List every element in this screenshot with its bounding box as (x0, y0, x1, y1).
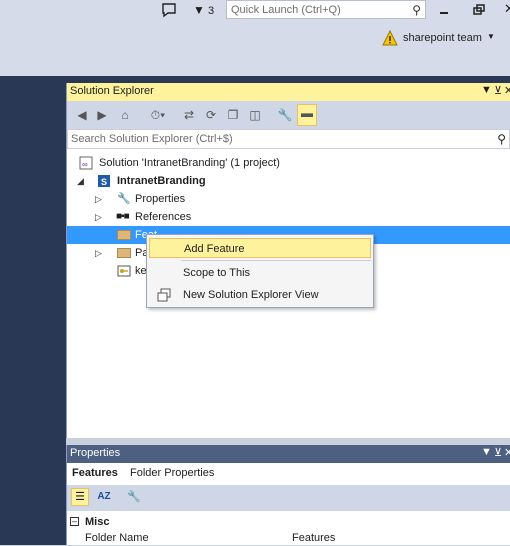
context-menu: Add Feature Scope to This New Solution E… (146, 234, 374, 308)
forward-icon[interactable]: ▶ (95, 107, 109, 123)
sharepoint-project-icon: S (97, 174, 111, 188)
wrench-icon: 🔧 (117, 193, 131, 205)
notification-count: 3 (207, 5, 215, 17)
menu-item-new-solution-explorer-view[interactable]: New Solution Explorer View (149, 285, 371, 305)
key-file-icon (117, 264, 131, 278)
properties-panel: Properties ▼ ⊻ ✕ Features Folder Propert… (66, 445, 510, 545)
pin-icon[interactable]: ⊻ (494, 84, 502, 97)
quick-launch-placeholder: Quick Launch (Ctrl+Q) (231, 4, 341, 16)
solution-explorer-title: Solution Explorer (70, 85, 154, 97)
show-all-files-icon[interactable]: ◫ (247, 107, 263, 123)
object-type: Folder Properties (130, 467, 215, 479)
quick-launch-input[interactable]: Quick Launch (Ctrl+Q) ⚲ (226, 0, 426, 19)
tree-item-solution[interactable]: ∞ Solution 'IntranetBranding' (1 project… (67, 154, 510, 172)
references-icon: ■▪■ (116, 211, 130, 222)
home-icon[interactable]: ⌂ (117, 107, 133, 123)
tree-item-properties[interactable]: ▷ 🔧 Properties (67, 190, 510, 208)
property-pages-icon[interactable]: 🔧 (127, 488, 143, 506)
object-name: Features (72, 467, 118, 479)
tree-item-label: IntranetBranding (117, 175, 206, 187)
preview-selected-items-icon[interactable]: ▬ (297, 104, 317, 126)
refresh-icon[interactable]: ⟳ (203, 107, 219, 123)
alphabetical-icon[interactable]: AZ (95, 488, 113, 506)
notifications-icon[interactable] (160, 2, 178, 18)
solution-icon: ∞ (79, 156, 93, 170)
svg-text:∞: ∞ (82, 160, 88, 169)
notification-flag[interactable]: ▼ 3 (193, 2, 225, 18)
search-placeholder: Search Solution Explorer (Ctrl+$) (71, 133, 233, 145)
tree-item-references[interactable]: ▷ ■▪■ References (67, 208, 510, 226)
expanded-arrow-icon[interactable]: ◢ (77, 172, 84, 190)
menu-item-label: Add Feature (184, 243, 245, 255)
collapse-icon[interactable]: – (70, 517, 79, 526)
history-icon[interactable]: ⏱▾ (147, 107, 169, 123)
panel-menu-icon[interactable]: ▼ (481, 446, 492, 458)
panel-menu-icon[interactable]: ▼ (481, 84, 492, 96)
folder-icon (117, 248, 131, 258)
back-icon[interactable]: ◀ (75, 107, 89, 123)
properties-title-bar[interactable]: Properties ▼ ⊻ ✕ (67, 445, 510, 463)
flag-icon: ▼ (193, 3, 205, 17)
solution-explorer-search-input[interactable]: Search Solution Explorer (Ctrl+$) ⚲ (67, 129, 510, 149)
category-label: Misc (85, 516, 110, 528)
property-value[interactable]: Features (292, 530, 335, 546)
properties-object-selector[interactable]: Features Folder Properties (67, 463, 510, 485)
close-button[interactable]: ✕ (504, 2, 510, 16)
property-row[interactable]: Folder Name Features (67, 530, 510, 546)
search-icon: ⚲ (412, 3, 421, 17)
tree-item-project[interactable]: ◢ S IntranetBranding (67, 172, 510, 190)
panel-close-icon[interactable]: ✕ (504, 446, 510, 459)
restore-button[interactable] (472, 4, 486, 16)
panel-close-icon[interactable]: ✕ (504, 84, 510, 97)
property-name: Folder Name (85, 532, 149, 544)
properties-title: Properties (70, 447, 121, 459)
search-icon: ⚲ (497, 132, 506, 146)
minimize-button[interactable] (438, 4, 452, 16)
account-name[interactable]: sharepoint team (403, 31, 482, 45)
collapsed-arrow-icon[interactable]: ▷ (95, 190, 102, 208)
property-category[interactable]: – Misc (67, 514, 510, 530)
tree-item-label: ke (135, 265, 147, 277)
pin-icon[interactable]: ⊻ (494, 446, 502, 459)
tree-item-label: Solution 'IntranetBranding' (1 project) (99, 157, 280, 169)
menu-item-scope-to-this[interactable]: Scope to This (149, 263, 371, 283)
properties-icon[interactable]: 🔧 (277, 107, 293, 123)
menu-item-add-feature[interactable]: Add Feature (149, 238, 371, 258)
chevron-down-icon[interactable]: ▼ (487, 32, 495, 41)
sync-icon[interactable]: ⇄ (181, 107, 197, 123)
panel-gap (66, 76, 510, 83)
collapsed-arrow-icon[interactable]: ▷ (95, 244, 102, 262)
property-grid: – Misc Folder Name Features (67, 511, 510, 545)
close-icon: ✕ (504, 1, 510, 16)
tree-item-label: References (135, 211, 192, 223)
solution-explorer-toolbar: ◀ ▶ ⌂ ⏱▾ ⇄ ⟳ ❐ ◫ 🔧 ▬ (67, 101, 510, 129)
warning-icon (382, 29, 398, 46)
svg-text:S: S (101, 177, 107, 187)
tree-item-label: Properties (135, 193, 186, 205)
editor-background (0, 76, 66, 545)
collapse-all-icon[interactable]: ❐ (225, 107, 241, 123)
collapsed-arrow-icon[interactable]: ▷ (95, 208, 102, 226)
solution-explorer-title-bar[interactable]: Solution Explorer ▼ ⊻ ✕ (67, 83, 510, 101)
folder-icon (117, 230, 131, 240)
menu-item-label: Scope to This (183, 267, 251, 279)
menu-item-label: New Solution Explorer View (183, 289, 319, 301)
menu-separator (181, 260, 371, 261)
properties-toolbar: ☰ AZ 🔧 (67, 485, 510, 511)
new-view-icon (157, 288, 171, 302)
categorized-icon[interactable]: ☰ (71, 488, 89, 506)
